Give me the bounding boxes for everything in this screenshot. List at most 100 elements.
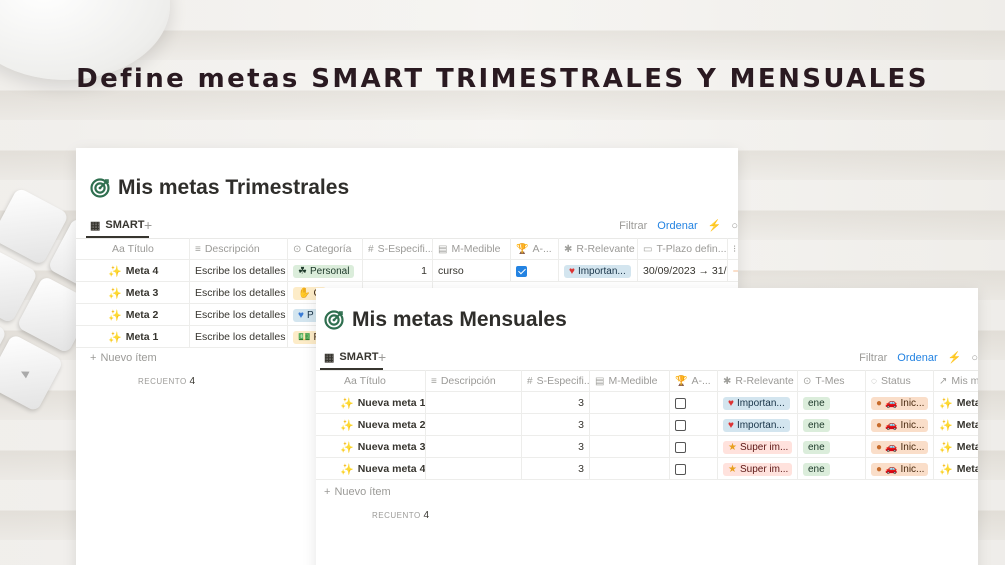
row-measurable[interactable]: curso (433, 260, 511, 282)
row-measurable[interactable] (590, 392, 670, 414)
arrow-up-right-icon: ↗ (939, 375, 948, 387)
sort-button[interactable]: Ordenar (657, 220, 697, 232)
column-header-relation[interactable]: ↗ Mis m (934, 370, 978, 392)
sparkle-icon: ✨ (939, 441, 953, 454)
table-row[interactable]: ✨ Meta 4 Escribe los detalles ☘ Personal 1… (76, 260, 738, 282)
column-header-achievable[interactable]: 🏆 A-... (670, 370, 718, 392)
automation-icon[interactable]: ⚡ (948, 351, 962, 364)
category-tag: ♥ P (293, 308, 319, 322)
sparkle-icon: ✨ (939, 463, 953, 476)
table-row[interactable]: ✨ Nueva meta 4 3 ★ Super im... ene ● 🚗 Inic.… (316, 458, 978, 480)
column-header-relevant[interactable]: ✱ R-Relevante (718, 370, 798, 392)
sparkle-icon: ✨ (939, 397, 953, 410)
row-measurable[interactable] (590, 436, 670, 458)
row-description[interactable] (426, 458, 522, 480)
filter-button[interactable]: Filtrar (859, 352, 887, 364)
column-header-description[interactable]: ≡ Descripción (426, 370, 522, 392)
number-icon: # (368, 243, 374, 255)
column-header-achievable[interactable]: 🏆 A-... (511, 238, 559, 260)
row-title: Nueva meta 2 (357, 419, 426, 431)
trimestral-title: Mis metas Trimestrales (90, 176, 349, 200)
view-tab-label: SMART (339, 351, 379, 363)
sort-button[interactable]: Ordenar (897, 352, 937, 364)
table-row[interactable]: ✨ Nueva meta 3 3 ★ Super im... ene ● 🚗 Inic.… (316, 436, 978, 458)
row-specific[interactable]: 3 (522, 458, 590, 480)
search-icon[interactable]: ○ (731, 220, 738, 232)
car-icon: 🚗 (885, 397, 898, 409)
achievable-checkbox[interactable] (675, 419, 686, 431)
table-row[interactable]: ✨ Nueva meta 1 3 ♥ Importan... ene ● 🚗 Inic.… (316, 392, 978, 414)
sparkle-icon: ✨ (340, 463, 354, 476)
row-description[interactable]: Escribe los detalles (190, 304, 288, 326)
car-icon: 🚗 (885, 463, 898, 475)
achievable-checkbox[interactable] (675, 397, 686, 409)
row-description[interactable] (426, 436, 522, 458)
row-description[interactable]: Escribe los detalles (190, 282, 288, 304)
achievable-checkbox[interactable] (675, 463, 686, 475)
row-title: Meta 2 (125, 309, 159, 321)
row-measurable[interactable] (590, 458, 670, 480)
view-tab-smart[interactable]: ▦ SMART (320, 346, 383, 370)
row-title: Meta 1 (125, 331, 159, 343)
view-tab-smart[interactable]: ▦ SMART (86, 214, 149, 238)
sparkle-icon: ✨ (340, 441, 354, 454)
column-header-title[interactable]: Aa Título (316, 370, 426, 392)
dot-icon: ● (876, 441, 883, 453)
sparkle-icon: ✨ (108, 265, 122, 278)
dot-icon: ● (876, 397, 883, 409)
row-description[interactable] (426, 414, 522, 436)
trimestral-title-text: Mis metas Trimestrales (118, 176, 350, 199)
row-measurable[interactable] (590, 414, 670, 436)
row-deadline[interactable]: 30/09/2023 → 31/10 (638, 260, 728, 282)
new-item-button[interactable]: + Nuevo ítem (90, 352, 157, 364)
column-header-measurable[interactable]: ▤ M-Medible (433, 238, 511, 260)
column-header-title[interactable]: Aa Título (76, 238, 190, 260)
row-description[interactable]: Escribe los detalles (190, 260, 288, 282)
relevance-tag: ★ Super im... (723, 440, 792, 454)
column-header-measurable[interactable]: ▤ M-Medible (590, 370, 670, 392)
row-description[interactable] (426, 392, 522, 414)
achievable-checkbox[interactable] (516, 265, 527, 277)
row-specific[interactable]: 3 (522, 392, 590, 414)
row-specific[interactable]: 3 (522, 414, 590, 436)
filter-button[interactable]: Filtrar (619, 220, 647, 232)
heart-icon: ♥ (298, 309, 304, 321)
search-icon[interactable]: ○ (971, 352, 978, 364)
row-description[interactable]: Escribe los detalles (190, 326, 288, 348)
mensual-title-text: Mis metas Mensuales (352, 308, 567, 331)
sparkle-icon: ✨ (108, 309, 122, 322)
column-header-description[interactable]: ≡ Descripción (190, 238, 288, 260)
achievable-checkbox[interactable] (675, 441, 686, 453)
sparkle-icon: ✨ (340, 419, 354, 432)
add-view-button[interactable]: + (144, 217, 152, 233)
row-specific[interactable]: 3 (522, 436, 590, 458)
mensual-title: Mis metas Mensuales (324, 308, 567, 332)
table-header: Aa Título ≡ Descripción ⊙ Categoría # S-Esp… (76, 238, 738, 260)
mensual-viewbar: ▦ SMART + Filtrar Ordenar ⚡ ○ (316, 346, 978, 370)
dot-icon: ● (876, 419, 883, 431)
star-icon: ★ (728, 441, 737, 453)
month-tag: ene (803, 440, 830, 454)
relevance-tag: ♥ Importan... (564, 264, 631, 278)
heart-icon: ♥ (728, 419, 734, 431)
column-header-more[interactable]: ⁝ (728, 238, 738, 260)
column-header-deadline[interactable]: ▭ T-Plazo defin... (638, 238, 728, 260)
new-item-button[interactable]: + Nuevo ítem (324, 486, 391, 498)
headline: Define metas SMART TRIMESTRALES Y MENSUA… (76, 64, 929, 94)
column-header-relevant[interactable]: ✱ R-Relevante (559, 238, 638, 260)
column-header-status[interactable]: ◌ Status (866, 370, 934, 392)
heart-icon: ♥ (728, 397, 734, 409)
status-tag: ● 🚗 Inic... (871, 418, 928, 432)
column-header-specific[interactable]: # S-Especifi... (522, 370, 590, 392)
column-header-specific[interactable]: # S-Especifi... (363, 238, 433, 260)
view-actions: Filtrar Ordenar ⚡ ○ (619, 219, 738, 233)
add-view-button[interactable]: + (378, 349, 386, 365)
table-row[interactable]: ✨ Nueva meta 2 3 ♥ Importan... ene ● 🚗 Inic.… (316, 414, 978, 436)
column-header-category[interactable]: ⊙ Categoría (288, 238, 363, 260)
column-header-month[interactable]: ⊙ T-Mes (798, 370, 866, 392)
text-icon: ▤ (595, 375, 605, 387)
row-specific[interactable]: 1 (363, 260, 433, 282)
view-tab-label: SMART (105, 219, 145, 231)
automation-icon[interactable]: ⚡ (708, 219, 722, 232)
month-tag: ene (803, 396, 830, 410)
